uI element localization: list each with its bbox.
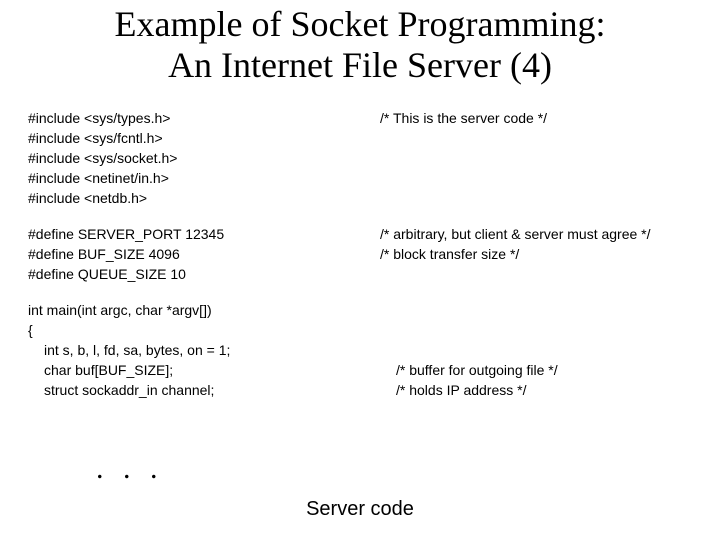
slide: Example of Socket Programming: An Intern… <box>0 0 720 540</box>
code-left: struct sockaddr_in channel; <box>28 380 396 400</box>
code-comment: /* arbitrary, but client & server must a… <box>380 224 692 244</box>
code-left: { <box>28 320 380 340</box>
code-block: #include <sys/types.h> /* This is the se… <box>28 108 692 400</box>
code-line: #include <sys/socket.h> <box>28 148 692 168</box>
code-line: #define SERVER_PORT 12345 /* arbitrary, … <box>28 224 692 244</box>
code-left: int s, b, l, fd, sa, bytes, on = 1; <box>28 340 396 360</box>
slide-title: Example of Socket Programming: An Intern… <box>0 0 720 87</box>
code-left: #define SERVER_PORT 12345 <box>28 224 380 244</box>
code-left: #include <netdb.h> <box>28 188 380 208</box>
code-line: int s, b, l, fd, sa, bytes, on = 1; <box>28 340 692 360</box>
code-left: char buf[BUF_SIZE]; <box>28 360 396 380</box>
code-comment: /* block transfer size */ <box>380 244 692 264</box>
code-comment: /* This is the server code */ <box>380 108 692 128</box>
code-line: { <box>28 320 692 340</box>
code-left: #include <sys/types.h> <box>28 108 380 128</box>
code-line: char buf[BUF_SIZE]; /* buffer for outgoi… <box>28 360 692 380</box>
blank-line <box>28 208 692 224</box>
code-line: #include <netinet/in.h> <box>28 168 692 188</box>
code-line: #define QUEUE_SIZE 10 <box>28 264 692 284</box>
code-line: #include <sys/fcntl.h> <box>28 128 692 148</box>
title-line-2: An Internet File Server (4) <box>168 45 552 85</box>
code-line: struct sockaddr_in channel; /* holds IP … <box>28 380 692 400</box>
code-line: #include <netdb.h> <box>28 188 692 208</box>
code-left: int main(int argc, char *argv[]) <box>28 300 380 320</box>
caption: Server code <box>0 498 720 521</box>
code-left: #define BUF_SIZE 4096 <box>28 244 380 264</box>
code-left: #include <netinet/in.h> <box>28 168 380 188</box>
ellipsis: . . . <box>96 452 164 486</box>
title-line-1: Example of Socket Programming: <box>115 4 606 44</box>
code-left: #define QUEUE_SIZE 10 <box>28 264 380 284</box>
code-line: int main(int argc, char *argv[]) <box>28 300 692 320</box>
code-line: #include <sys/types.h> /* This is the se… <box>28 108 692 128</box>
code-left: #include <sys/socket.h> <box>28 148 380 168</box>
code-left: #include <sys/fcntl.h> <box>28 128 380 148</box>
code-line: #define BUF_SIZE 4096 /* block transfer … <box>28 244 692 264</box>
code-comment: /* buffer for outgoing file */ <box>396 360 692 380</box>
blank-line <box>28 284 692 300</box>
code-comment: /* holds IP address */ <box>396 380 692 400</box>
